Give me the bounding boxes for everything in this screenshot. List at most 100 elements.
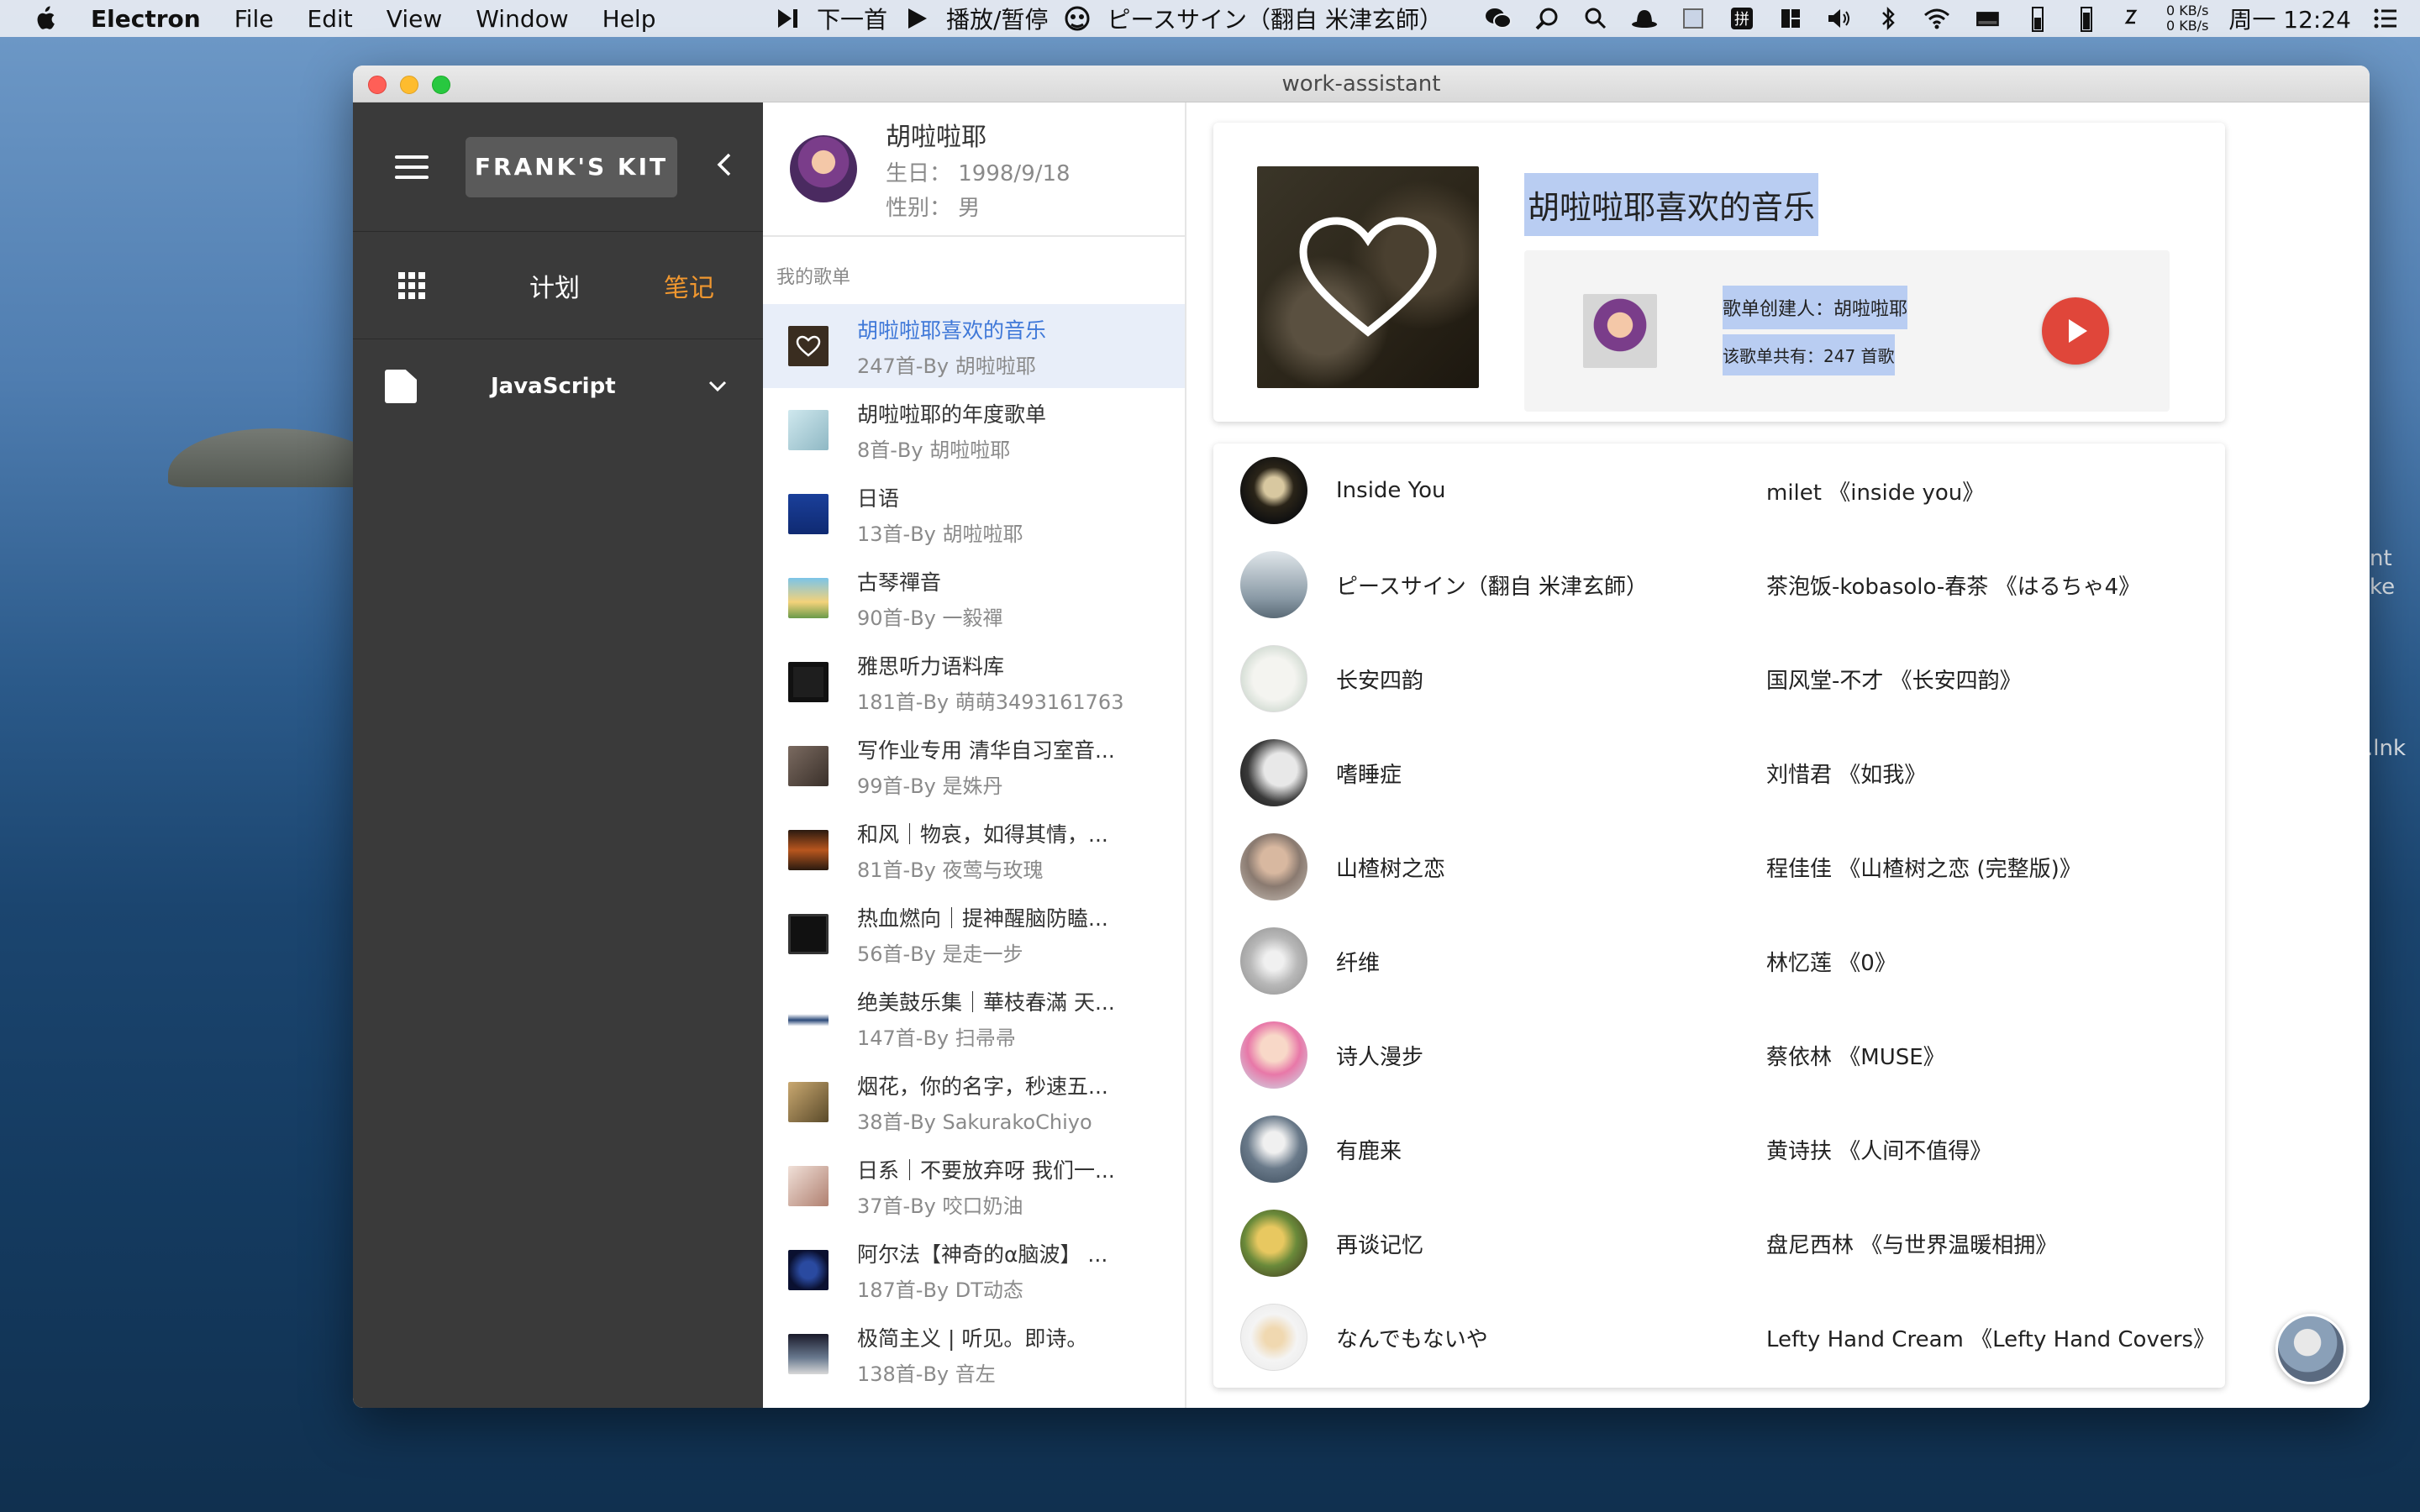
volume-icon[interactable]: [1825, 4, 1854, 33]
menu-file[interactable]: File: [234, 5, 274, 33]
sidebar-nav: 计划 笔记: [353, 232, 763, 339]
playlist-cover: [788, 494, 829, 534]
playlist-title: 日语: [857, 486, 900, 511]
svg-text:拼: 拼: [1734, 11, 1749, 29]
wifi-icon[interactable]: [1923, 4, 1951, 33]
menu-view[interactable]: View: [387, 5, 442, 33]
song-row[interactable]: なんでもないや Lefty Hand Cream 《Lefty Hand Cov…: [1213, 1290, 2225, 1384]
menu-help[interactable]: Help: [602, 5, 656, 33]
play-pause-button[interactable]: 播放/暂停: [946, 2, 1048, 35]
screenshot-app-icon[interactable]: [1679, 4, 1707, 33]
playlist-item[interactable]: 雅思听力语料库 181首-By 萌萌3493161763: [763, 640, 1185, 724]
playlist-subtitle: 8首-By 胡啦啦耶: [857, 438, 1011, 462]
chevron-down-icon[interactable]: [708, 376, 728, 396]
playlist-item[interactable]: 古琴禪音 90首-By 一毅禪: [763, 556, 1185, 640]
desktop-icon-label[interactable]: ke: [2370, 575, 2395, 600]
playlist-item[interactable]: 阿尔法【神奇的α脑波】 ... 187首-By DT动态: [763, 1228, 1185, 1312]
playlist-title: 绝美鼓乐集｜華枝春滿 天...: [857, 990, 1115, 1015]
playlist-item[interactable]: 胡啦啦耶喜欢的音乐 247首-By 胡啦啦耶: [763, 304, 1185, 388]
bluetooth-icon[interactable]: [1874, 4, 1902, 33]
song-cover: [1240, 551, 1307, 618]
menu-window[interactable]: Window: [476, 5, 568, 33]
profile-gender: 性别： 男: [886, 196, 981, 221]
playlist-title: 胡啦啦耶喜欢的音乐: [857, 318, 1047, 343]
playlist-item[interactable]: 日语 13首-By 胡啦啦耶: [763, 472, 1185, 556]
playlist-item[interactable]: 绝美鼓乐集｜華枝春滿 天... 147首-By 扫帚帚: [763, 976, 1185, 1060]
playlist-item[interactable]: 日系｜不要放弃呀 我们一... 37首-By 咬口奶油: [763, 1144, 1185, 1228]
playlist-item[interactable]: 写作业专用 清华自习室音... 99首-By 是姝丹: [763, 724, 1185, 808]
tab-plan[interactable]: 计划: [529, 267, 580, 304]
song-row[interactable]: 嗜睡症 刘惜君 《如我》: [1213, 726, 2225, 820]
sidebar: FRANK'S KIT 计划 笔记 JavaScript: [353, 102, 763, 1408]
magnifier-app-icon[interactable]: [1533, 4, 1561, 33]
song-cover: [1240, 739, 1307, 806]
next-track-icon[interactable]: [773, 4, 802, 33]
clock[interactable]: 周一 12:24: [2228, 2, 2351, 35]
apps-grid-icon[interactable]: [398, 271, 425, 299]
desktop-icon-label[interactable]: nt: [2370, 546, 2392, 571]
song-row[interactable]: 诗人漫步 蔡依林 《MUSE》: [1213, 1008, 2225, 1102]
playlist-item[interactable]: 热血燃向｜提神醒脑防瞌... 56首-By 是走一步: [763, 892, 1185, 976]
minimize-window-button[interactable]: [400, 76, 418, 94]
tab-notes[interactable]: 笔记: [664, 267, 714, 304]
document-icon: [385, 370, 417, 403]
song-row[interactable]: 山楂树之恋 程佳佳 《山楂树之恋 (完整版)》: [1213, 820, 2225, 914]
song-row[interactable]: 纤维 林忆莲 《0》: [1213, 914, 2225, 1008]
playlist-title: 阿尔法【神奇的α脑波】 ...: [857, 1242, 1108, 1267]
song-row[interactable]: 长安四韵 国风堂-不才 《长安四韵》: [1213, 632, 2225, 726]
song-row[interactable]: 再谈记忆 盘尼西林 《与世界温暖相拥》: [1213, 1196, 2225, 1290]
playlist-subtitle: 56首-By 是走一步: [857, 942, 1023, 966]
playlist-subtitle: 81首-By 夜莺与玫瑰: [857, 858, 1044, 882]
song-name: 嗜睡症: [1336, 762, 1402, 788]
play-all-button[interactable]: [2042, 297, 2109, 365]
bowler-hat-icon[interactable]: [1630, 4, 1659, 33]
desktop-icon-label[interactable]: .lnk: [2366, 736, 2406, 761]
upload-speed: 0 KB/s: [2165, 3, 2209, 18]
maximize-window-button[interactable]: [432, 76, 450, 94]
window-layout-icon[interactable]: [1776, 4, 1805, 33]
playlist-subtitle: 37首-By 咬口奶油: [857, 1194, 1023, 1218]
playlist-subtitle: 99首-By 是姝丹: [857, 774, 1003, 798]
close-window-button[interactable]: [368, 76, 387, 94]
notification-center-icon[interactable]: [2371, 4, 2400, 33]
playlist-item[interactable]: 极简主义 | 听见。即诗。 138首-By 音左: [763, 1312, 1185, 1396]
play-icon[interactable]: [902, 4, 931, 33]
app-menu[interactable]: Electron: [91, 5, 201, 33]
playlist-cover: [788, 746, 829, 786]
netease-cloud-icon[interactable]: [1063, 4, 1092, 33]
wechat-icon[interactable]: [1484, 4, 1512, 33]
now-playing-title[interactable]: ピースサイン（翻自 米津玄師）: [1107, 2, 1443, 35]
hamburger-menu-icon[interactable]: [395, 155, 429, 179]
floating-user-avatar[interactable]: [2275, 1314, 2346, 1384]
sleep-icon: [2118, 4, 2146, 33]
song-artist: milet 《inside you》: [1766, 480, 1985, 506]
title-bar[interactable]: work-assistant: [353, 66, 2370, 102]
spotlight-search-icon[interactable]: [1581, 4, 1610, 33]
song-artist: Lefty Hand Cream 《Lefty Hand Covers》: [1766, 1326, 2216, 1352]
creator-avatar[interactable]: [1583, 294, 1657, 368]
avatar[interactable]: [790, 135, 857, 202]
song-artist: 盘尼西林 《与世界温暖相拥》: [1766, 1232, 2058, 1258]
input-method-icon[interactable]: 拼: [1728, 4, 1756, 33]
song-row[interactable]: ピースサイン（翻自 米津玄師） 茶泡饭-kobasolo-春茶 《はるちゃ4》: [1213, 538, 2225, 632]
apple-icon[interactable]: [32, 4, 57, 33]
playlist-subtitle: 138首-By 音左: [857, 1362, 996, 1386]
brand-button[interactable]: FRANK'S KIT: [466, 136, 677, 197]
sidebar-item-javascript[interactable]: JavaScript: [353, 339, 763, 433]
disk-monitor-icon: [2069, 4, 2097, 33]
song-row[interactable]: Inside You milet 《inside you》: [1213, 444, 2225, 538]
song-name: 诗人漫步: [1336, 1044, 1424, 1070]
song-name: 长安四韵: [1336, 668, 1424, 694]
sidebar-item-label: JavaScript: [491, 374, 616, 399]
song-row[interactable]: 有鹿来 黄诗扶 《人间不值得》: [1213, 1102, 2225, 1196]
menu-edit[interactable]: Edit: [308, 5, 353, 33]
next-track-button[interactable]: 下一首: [817, 2, 887, 35]
playlist-cover: [788, 1334, 829, 1374]
song-cover: [1240, 1210, 1307, 1277]
playlist-item[interactable]: 烟花，你的名字，秒速五... 38首-By SakurakoChiyo: [763, 1060, 1185, 1144]
playlist-item[interactable]: 和风｜物哀，如得其情，... 81首-By 夜莺与玫瑰: [763, 808, 1185, 892]
collapse-sidebar-icon[interactable]: [714, 148, 734, 186]
profile-birthday: 生日： 1998/9/18: [886, 161, 1071, 186]
playlist-item[interactable]: 胡啦啦耶的年度歌单 8首-By 胡啦啦耶: [763, 388, 1185, 472]
playlist-cover: [788, 578, 829, 618]
